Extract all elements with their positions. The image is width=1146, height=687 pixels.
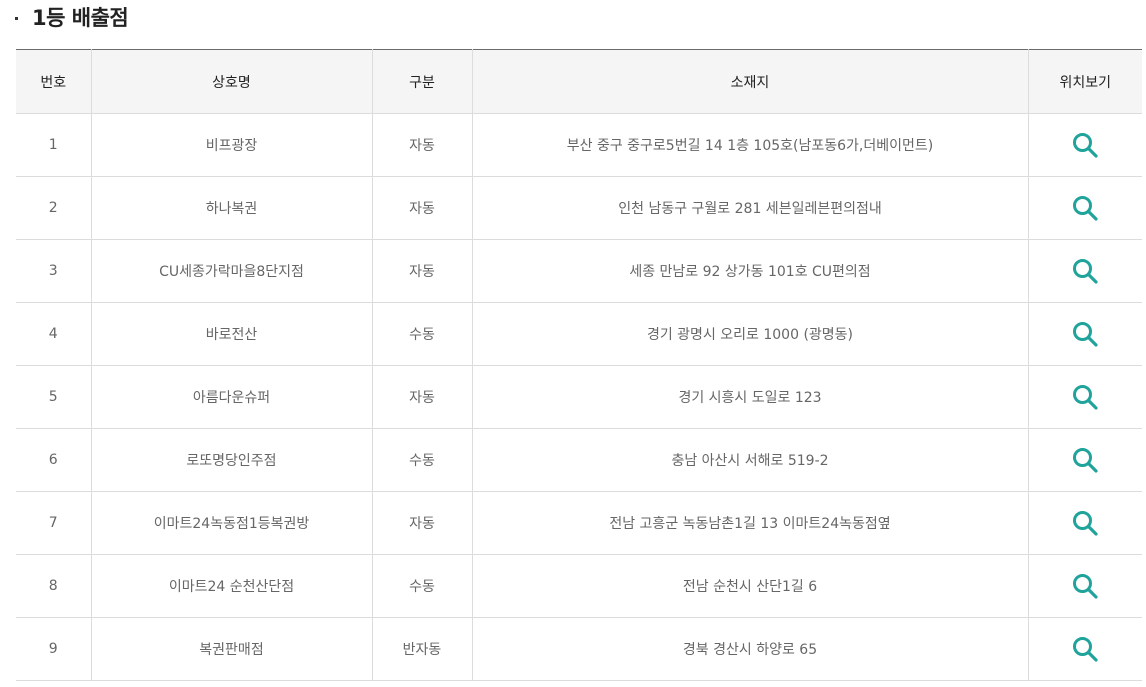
row-type: 자동 — [371, 365, 472, 429]
search-icon — [1073, 511, 1098, 536]
row-type: 자동 — [371, 176, 472, 240]
winning-stores-table: 번호 상호명 구분 소재지 위치보기 1 비프광장 자동 부산 중구 중구로5번길 1… — [16, 49, 1142, 681]
map-view-button[interactable] — [1070, 382, 1100, 412]
row-map-view — [1027, 302, 1142, 366]
row-address: 부산 중구 중구로5번길 14 1층 105호(남포동6가,더베이먼트) — [471, 113, 1028, 177]
row-store-name: 바로전산 — [90, 302, 372, 366]
row-number: 3 — [16, 239, 91, 303]
table-body: 1 비프광장 자동 부산 중구 중구로5번길 14 1층 105호(남포동6가,더베이… — [16, 113, 1142, 681]
search-icon — [1073, 574, 1098, 599]
row-store-name: 아름다운슈퍼 — [90, 365, 372, 429]
search-icon — [1073, 448, 1098, 473]
row-address: 경북 경산시 하양로 65 — [471, 617, 1028, 681]
bullet-dot — [15, 16, 18, 20]
table-row: 8 이마트24 순천산단점 수동 전남 순천시 산단1길 6 — [16, 554, 1142, 618]
table-row: 3 CU세종가락마을8단지점 자동 세종 만남로 92 상가동 101호 CU편의점 — [16, 239, 1142, 303]
row-address: 인천 남동구 구월로 281 세븐일레븐편의점내 — [471, 176, 1028, 240]
header-number: 번호 — [16, 49, 91, 114]
row-number: 7 — [16, 491, 91, 555]
row-map-view — [1027, 113, 1142, 177]
table-header-row: 번호 상호명 구분 소재지 위치보기 — [16, 49, 1142, 114]
map-view-button[interactable] — [1070, 445, 1100, 475]
page-title: 1등 배출점 — [32, 6, 129, 30]
row-number: 2 — [16, 176, 91, 240]
map-view-button[interactable] — [1070, 193, 1100, 223]
row-store-name: 로또명당인주점 — [90, 428, 372, 492]
header-type: 구분 — [371, 49, 472, 114]
row-map-view — [1027, 554, 1142, 618]
row-store-name: CU세종가락마을8단지점 — [90, 239, 372, 303]
row-address: 세종 만남로 92 상가동 101호 CU편의점 — [471, 239, 1028, 303]
row-number: 6 — [16, 428, 91, 492]
row-type: 수동 — [371, 428, 472, 492]
map-view-button[interactable] — [1070, 634, 1100, 664]
table-row: 6 로또명당인주점 수동 충남 아산시 서해로 519-2 — [16, 428, 1142, 492]
row-address: 전남 순천시 산단1길 6 — [471, 554, 1028, 618]
row-type: 자동 — [371, 239, 472, 303]
search-icon — [1073, 385, 1098, 410]
search-icon — [1073, 196, 1098, 221]
row-address: 경기 광명시 오리로 1000 (광명동) — [471, 302, 1028, 366]
row-type: 자동 — [371, 113, 472, 177]
row-address: 전남 고흥군 녹동남촌1길 13 이마트24녹동점옆 — [471, 491, 1028, 555]
search-icon — [1073, 133, 1098, 158]
table-row: 2 하나복권 자동 인천 남동구 구월로 281 세븐일레븐편의점내 — [16, 176, 1142, 240]
table-row: 7 이마트24녹동점1등복권방 자동 전남 고흥군 녹동남촌1길 13 이마트24녹동… — [16, 491, 1142, 555]
row-store-name: 하나복권 — [90, 176, 372, 240]
section-header: 1등 배출점 — [15, 0, 129, 34]
row-type: 자동 — [371, 491, 472, 555]
row-map-view — [1027, 176, 1142, 240]
row-number: 9 — [16, 617, 91, 681]
row-number: 1 — [16, 113, 91, 177]
search-icon — [1073, 322, 1098, 347]
search-icon — [1073, 259, 1098, 284]
row-map-view — [1027, 491, 1142, 555]
map-view-button[interactable] — [1070, 508, 1100, 538]
map-view-button[interactable] — [1070, 256, 1100, 286]
table-row: 4 바로전산 수동 경기 광명시 오리로 1000 (광명동) — [16, 302, 1142, 366]
header-store-name: 상호명 — [90, 49, 372, 114]
row-map-view — [1027, 239, 1142, 303]
row-type: 수동 — [371, 554, 472, 618]
map-view-button[interactable] — [1070, 130, 1100, 160]
table-row: 1 비프광장 자동 부산 중구 중구로5번길 14 1층 105호(남포동6가,더베이… — [16, 113, 1142, 177]
row-address: 경기 시흥시 도일로 123 — [471, 365, 1028, 429]
row-number: 4 — [16, 302, 91, 366]
row-number: 8 — [16, 554, 91, 618]
row-map-view — [1027, 428, 1142, 492]
table-row: 5 아름다운슈퍼 자동 경기 시흥시 도일로 123 — [16, 365, 1142, 429]
row-type: 수동 — [371, 302, 472, 366]
header-map-view: 위치보기 — [1027, 49, 1142, 114]
row-address: 충남 아산시 서해로 519-2 — [471, 428, 1028, 492]
row-store-name: 복권판매점 — [90, 617, 372, 681]
table-row: 9 복권판매점 반자동 경북 경산시 하양로 65 — [16, 617, 1142, 681]
row-number: 5 — [16, 365, 91, 429]
header-address: 소재지 — [471, 49, 1028, 114]
map-view-button[interactable] — [1070, 319, 1100, 349]
map-view-button[interactable] — [1070, 571, 1100, 601]
search-icon — [1073, 637, 1098, 662]
row-map-view — [1027, 617, 1142, 681]
row-store-name: 이마트24녹동점1등복권방 — [90, 491, 372, 555]
row-type: 반자동 — [371, 617, 472, 681]
row-map-view — [1027, 365, 1142, 429]
row-store-name: 비프광장 — [90, 113, 372, 177]
row-store-name: 이마트24 순천산단점 — [90, 554, 372, 618]
